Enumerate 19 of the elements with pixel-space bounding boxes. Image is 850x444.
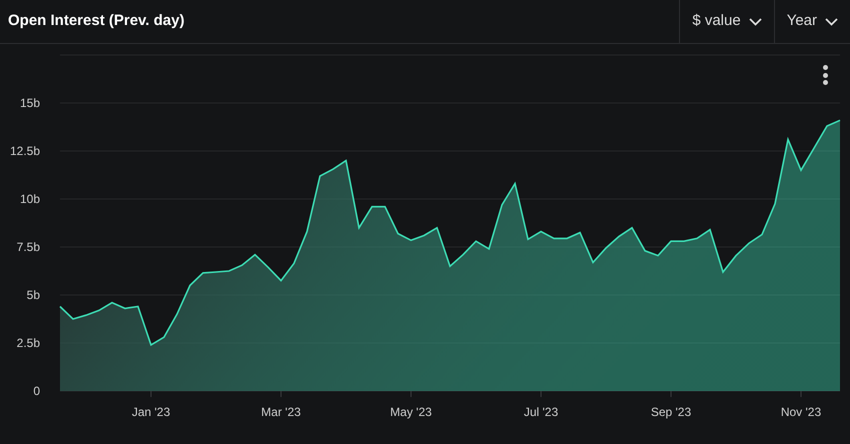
y-axis-label: 2.5b bbox=[16, 336, 40, 350]
y-axis-label: 15b bbox=[20, 96, 40, 110]
x-axis-label: Nov '23 bbox=[780, 405, 822, 419]
y-axis-label: 7.5b bbox=[16, 240, 40, 254]
y-axis-label: 12.5b bbox=[10, 144, 40, 158]
chart-title: Open Interest (Prev. day) bbox=[7, 11, 186, 32]
x-axis-label: Jul '23 bbox=[524, 405, 558, 419]
x-axis-label: May '23 bbox=[390, 405, 432, 419]
more-options-icon[interactable] bbox=[822, 65, 828, 85]
x-axis-label: Mar '23 bbox=[261, 405, 301, 419]
y-axis-label: 0 bbox=[33, 384, 40, 398]
x-axis-label: Jan '23 bbox=[132, 405, 170, 419]
y-axis-label: 10b bbox=[20, 192, 40, 206]
y-axis-label: 5b bbox=[26, 288, 40, 302]
chevron-down-icon bbox=[825, 18, 838, 26]
dropdown[interactable]: Year bbox=[774, 0, 850, 43]
dropdown[interactable]: $ value bbox=[679, 0, 774, 43]
chevron-down-icon bbox=[748, 18, 762, 26]
x-axis-label: Sep '23 bbox=[650, 405, 692, 419]
